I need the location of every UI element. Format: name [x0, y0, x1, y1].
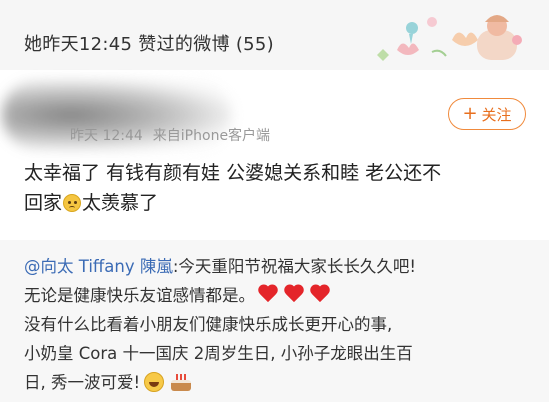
laughing-emoji — [144, 372, 165, 392]
post-text-line-1: 太幸福了 有钱有颜有娃 公婆媳关系和睦 老公还不 — [24, 162, 442, 184]
page-title: 她昨天12:45 赞过的微博 (55) — [24, 34, 274, 55]
repost-text-fragment: 日, 秀一波可爱! — [24, 373, 141, 392]
repost-line-4: 小奶皇 Cora 十一国庆 2周岁生日, 小孙子龙眼出生百 — [24, 344, 413, 363]
repost-line-2: 无论是健康快乐友谊感情都是。 — [24, 281, 534, 310]
post-source: 来自iPhone客户端 — [152, 128, 271, 144]
weibo-post: 昨天 12:44 来自iPhone客户端 + 关注 太幸福了 有钱有颜有娃 公婆媳… — [0, 70, 549, 220]
heart-emoji — [257, 284, 279, 304]
post-text-line-2: 回家 太羡慕了 — [24, 188, 529, 218]
post-text-fragment: 太羡慕了 — [82, 192, 159, 214]
repost-text: @向太 Tiffany 陳嵐:今天重阳节祝福大家长长久久吧! 无论是健康快乐友谊… — [24, 252, 534, 397]
plus-icon: + — [462, 102, 478, 124]
follow-button-label: 关注 — [481, 105, 512, 124]
follow-button[interactable]: + 关注 — [448, 98, 526, 130]
repost-text-fragment: :今天重阳节祝福大家长长久久吧! — [172, 257, 417, 276]
birthday-cake-emoji — [170, 372, 192, 392]
repost-text-fragment: 无论是健康快乐友谊感情都是。 — [24, 286, 255, 305]
post-text: 太幸福了 有钱有颜有娃 公婆媳关系和睦 老公还不 回家 太羡慕了 — [24, 158, 529, 218]
post-text-fragment: 回家 — [24, 192, 63, 214]
repost-line-3: 没有什么比看着小朋友们健康快乐成长更开心的事, — [24, 315, 393, 334]
repost-line-5: 日, 秀一波可爱! — [24, 368, 534, 397]
post-time: 昨天 12:44 — [70, 128, 143, 144]
sad-face-emoji — [63, 194, 82, 212]
repost-line-1: @向太 Tiffany 陳嵐:今天重阳节祝福大家长长久久吧! — [24, 252, 534, 281]
page-header: 她昨天12:45 赞过的微博 (55) — [0, 0, 549, 70]
header-decoration-icon — [377, 15, 522, 61]
author-mention-link[interactable]: @向太 Tiffany 陳嵐 — [24, 257, 173, 276]
post-meta: 昨天 12:44 来自iPhone客户端 — [70, 125, 270, 145]
reposted-weibo[interactable]: @向太 Tiffany 陳嵐:今天重阳节祝福大家长长久久吧! 无论是健康快乐友谊… — [0, 240, 549, 402]
heart-emoji — [309, 284, 331, 304]
heart-emoji — [283, 284, 305, 304]
